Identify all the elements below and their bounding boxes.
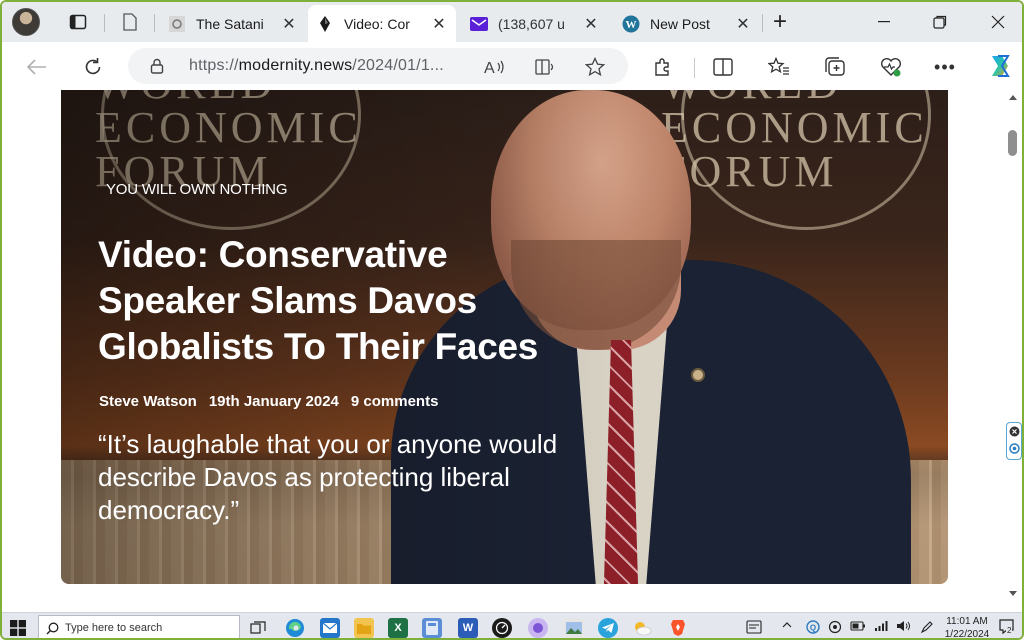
favorite-star-icon[interactable] — [584, 56, 606, 78]
tab-close-icon[interactable]: ✕ — [582, 14, 600, 34]
clock-time: 11:01 AM — [946, 616, 988, 627]
tray-app-icon[interactable] — [746, 620, 762, 637]
scroll-up-icon[interactable] — [1008, 93, 1018, 101]
mail-taskbar-icon[interactable] — [320, 618, 340, 638]
mail-favicon-icon — [470, 15, 488, 33]
modernity-favicon-icon — [316, 15, 334, 33]
taskbar-clock[interactable]: 11:01 AM 1/22/2024 — [942, 615, 992, 640]
svg-text:Q: Q — [810, 624, 816, 633]
weather-icon[interactable] — [632, 618, 652, 638]
network-signal-icon[interactable] — [874, 620, 888, 635]
restore-icon[interactable] — [920, 8, 960, 36]
photos-icon[interactable] — [564, 618, 584, 638]
page-content: WORLDECONOMICFORUM WORLDECONOMICFORUM YO… — [2, 90, 1022, 608]
more-menu-icon[interactable]: ••• — [932, 54, 958, 80]
lapel-pin — [691, 368, 705, 382]
refresh-icon[interactable] — [80, 54, 106, 80]
tab-separator — [104, 14, 105, 32]
svg-text:A: A — [484, 60, 495, 76]
workspaces-icon[interactable] — [66, 10, 90, 34]
article-date: 19th January 2024 — [208, 393, 339, 410]
search-placeholder: Type here to search — [65, 622, 163, 634]
vertical-scrollbar[interactable] — [1006, 90, 1020, 608]
tab-close-icon[interactable]: ✕ — [430, 14, 448, 34]
tray-battery-icon[interactable] — [850, 620, 866, 635]
lock-icon[interactable] — [150, 58, 164, 79]
tab-separator — [762, 14, 763, 32]
copilot-icon[interactable] — [985, 51, 1015, 81]
back-icon[interactable] — [24, 54, 50, 80]
tab-video[interactable]: Video: Cor ✕ — [308, 5, 456, 42]
search-icon — [46, 622, 59, 635]
tab-new-post[interactable]: W New Post ✕ — [614, 5, 760, 42]
brave-icon[interactable] — [668, 618, 688, 638]
windows-start-icon[interactable] — [10, 620, 26, 636]
tab-close-icon[interactable]: ✕ — [734, 14, 752, 34]
site-favicon-icon — [168, 15, 186, 33]
volume-icon[interactable] — [896, 620, 912, 635]
taskbar-search-box[interactable]: Type here to search — [38, 615, 240, 638]
feedback-app-icon[interactable] — [528, 618, 548, 638]
edge-taskbar-icon[interactable] — [285, 618, 305, 638]
notification-count: 2 — [1006, 626, 1013, 635]
split-screen-icon[interactable] — [710, 54, 736, 80]
article-headline[interactable]: Video: Conservative Speaker Slams Davos … — [98, 232, 568, 370]
excel-icon[interactable]: X — [388, 618, 408, 638]
article-comments-link[interactable]: 9 comments — [351, 393, 439, 410]
telegram-icon[interactable] — [598, 618, 618, 638]
pen-input-icon[interactable] — [920, 620, 934, 637]
file-explorer-icon[interactable] — [354, 618, 374, 638]
tab-title: Video: Cor — [344, 15, 410, 32]
tab-separator — [154, 14, 155, 32]
tray-sync-icon[interactable] — [828, 620, 842, 637]
windows-taskbar: Type here to search X W Q 11:01 AM 1/22/… — [2, 612, 1022, 640]
show-hidden-icons-chevron-up-icon[interactable] — [782, 620, 792, 632]
article-pull-quote: “It’s laughable that you or anyone would… — [98, 429, 558, 525]
address-bar[interactable]: https://modernity.news/2024/01/1... A — [128, 48, 628, 84]
word-icon[interactable]: W — [458, 618, 478, 638]
browser-toolbar: https://modernity.news/2024/01/1... A ••… — [2, 42, 1022, 90]
profile-avatar[interactable] — [12, 8, 40, 36]
browser-window: The Satani ✕ Video: Cor ✕ (138,607 u ✕ W… — [0, 0, 1024, 640]
new-tab-button[interactable]: + — [768, 8, 792, 35]
widget-settings-icon[interactable] — [1009, 443, 1020, 454]
extensions-icon[interactable] — [649, 54, 675, 80]
browser-essentials-icon[interactable] — [878, 54, 904, 80]
read-aloud-icon[interactable]: A — [484, 56, 506, 78]
tab-title: New Post — [650, 15, 710, 32]
tab-title: The Satani — [196, 15, 264, 32]
calculator-icon[interactable] — [422, 618, 442, 638]
task-view-icon[interactable] — [248, 618, 268, 638]
minimize-icon[interactable] — [864, 8, 904, 36]
clock-date: 1/22/2024 — [944, 629, 990, 640]
article-category[interactable]: YOU WILL OWN NOTHING — [106, 181, 287, 198]
tab-close-icon[interactable]: ✕ — [280, 14, 298, 34]
wordpress-favicon-icon: W — [622, 15, 640, 33]
toolbar-separator — [694, 58, 695, 78]
collections-icon[interactable] — [822, 54, 848, 80]
side-widget[interactable] — [1006, 422, 1022, 460]
article-author[interactable]: Steve Watson — [99, 393, 197, 410]
notification-center-icon[interactable]: 2 — [998, 618, 1016, 638]
scrollbar-thumb[interactable] — [1008, 130, 1017, 156]
close-window-icon[interactable] — [978, 8, 1018, 36]
widget-close-icon[interactable] — [1009, 426, 1020, 437]
tab-actions-icon[interactable] — [118, 10, 142, 34]
wef-logo-arc — [681, 90, 931, 230]
tab-mail[interactable]: (138,607 u ✕ — [462, 5, 608, 42]
tab-satanic[interactable]: The Satani ✕ — [160, 5, 306, 42]
tab-strip: The Satani ✕ Video: Cor ✕ (138,607 u ✕ W… — [2, 2, 1022, 42]
svg-text:W: W — [626, 19, 637, 31]
tray-quickbooks-icon[interactable]: Q — [806, 620, 820, 637]
speedometer-app-icon[interactable] — [492, 618, 512, 638]
tab-title: (138,607 u — [498, 15, 565, 32]
url-text[interactable]: https://modernity.news/2024/01/1... — [189, 57, 444, 75]
favorites-icon[interactable] — [766, 54, 792, 80]
scroll-down-icon[interactable] — [1008, 590, 1018, 598]
article-meta: Steve Watson 19th January 2024 9 comment… — [99, 393, 438, 410]
immersive-reader-icon[interactable] — [535, 56, 557, 78]
article-hero[interactable]: WORLDECONOMICFORUM WORLDECONOMICFORUM YO… — [61, 90, 948, 584]
